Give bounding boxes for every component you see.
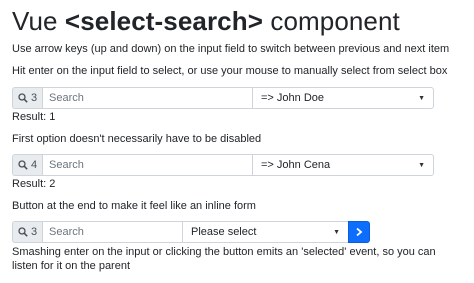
note-2: First option doesn't necessarily have to…	[12, 133, 262, 145]
caret-down-icon: ▼	[418, 94, 425, 102]
title-prefix: Vue	[12, 6, 65, 36]
count-value: 3	[30, 226, 38, 238]
select-search-1: 3 Search => John Doe ▼	[12, 87, 434, 109]
search-icon	[18, 160, 28, 170]
result-1: Result: 1	[12, 111, 56, 123]
footer-note: Smashing enter on the input or clicking …	[12, 246, 436, 272]
title-tag: <select-search>	[64, 6, 264, 36]
select-value: => John Doe	[261, 92, 324, 104]
title-suffix: component	[263, 6, 400, 36]
select-search-2: 4 Search => John Cena ▼	[12, 154, 434, 176]
select-value: Please select	[191, 226, 257, 238]
person-select[interactable]: => John Cena ▼	[252, 154, 434, 176]
search-input[interactable]: Search	[42, 154, 252, 176]
search-icon	[18, 93, 28, 103]
search-input[interactable]: Search	[42, 221, 182, 243]
chevron-right-icon	[356, 227, 363, 237]
search-input[interactable]: Search	[42, 87, 252, 109]
note-3: Button at the end to make it feel like a…	[12, 200, 256, 212]
caret-down-icon: ▼	[418, 161, 425, 169]
count-addon: 4	[12, 154, 42, 176]
intro-line-1: Use arrow keys (up and down) on the inpu…	[12, 43, 450, 55]
result-2: Result: 2	[12, 178, 56, 190]
select-value: => John Cena	[261, 159, 331, 171]
count-value: 4	[30, 159, 38, 171]
person-select[interactable]: Please select ▼	[182, 221, 348, 243]
select-search-3: 3 Search Please select ▼	[12, 221, 434, 243]
person-select[interactable]: => John Doe ▼	[252, 87, 434, 109]
count-addon: 3	[12, 87, 42, 109]
count-addon: 3	[12, 221, 42, 243]
intro-line-2: Hit enter on the input field to select, …	[12, 65, 448, 77]
page-title: Vue <select-search> component	[12, 6, 400, 37]
count-value: 3	[30, 92, 38, 104]
submit-button[interactable]	[348, 221, 370, 243]
search-icon	[18, 227, 28, 237]
caret-down-icon: ▼	[333, 228, 340, 236]
